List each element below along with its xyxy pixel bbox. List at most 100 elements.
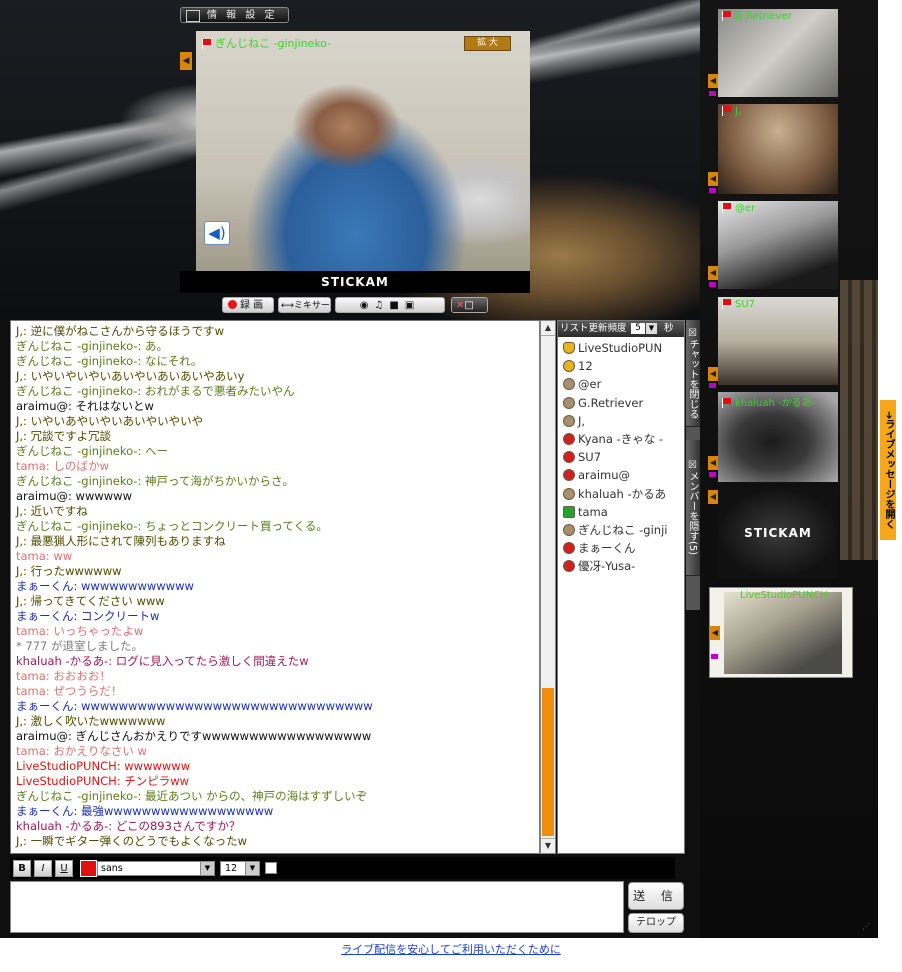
stickam-thumb-logo: STICKAM	[744, 526, 812, 540]
member-item[interactable]: J,	[563, 412, 684, 430]
thumb-cam-7[interactable]: LiveStudioPUNCH ◀	[709, 587, 853, 678]
webcam-icon[interactable]: ◉	[360, 300, 375, 311]
zoom-button[interactable]: 拡 大	[464, 36, 511, 51]
chat-scrollbar[interactable]: ▲ ▼	[540, 320, 556, 854]
member-item[interactable]: 優冴-Yusa-	[563, 557, 684, 575]
scroll-thumb[interactable]	[542, 688, 554, 836]
safety-info-link[interactable]: ライブ配信を安心してご利用いただくために	[0, 941, 902, 957]
underline-button[interactable]: U	[55, 860, 73, 877]
thumb-volume-icon[interactable]: ◀	[708, 456, 718, 470]
chat-message: ぎんじねこ -ginjineko-: へー	[16, 444, 169, 458]
member-item[interactable]: SU7	[563, 448, 684, 466]
record-button[interactable]: 録 画	[222, 297, 274, 313]
chat-message: ぎんじねこ -ginjineko-: 神戸って海がちかいからさ。	[16, 474, 294, 488]
chat-message: tama: おおおお！	[16, 669, 111, 683]
bold-button[interactable]: B	[13, 860, 31, 877]
member-item[interactable]: Kyana -きゃな -	[563, 430, 684, 448]
stickam-room: 情 報 設 定 ◀ ぎんじねこ -ginjineko- 拡 大 ◀) STICK…	[0, 0, 878, 938]
open-live-message-tab[interactable]: ➔ライブメッセージを開く	[880, 400, 896, 540]
member-item[interactable]: G.Retriever	[563, 394, 684, 412]
chat-message: khaluah -かるあ-: ログに見入ってたら激しく間違えたw	[16, 654, 309, 668]
member-item[interactable]: @er	[563, 375, 684, 393]
list-refresh-rate: リスト更新頻度 5 ▼ 秒	[558, 321, 684, 337]
thumb-status-indicator	[709, 282, 716, 287]
chat-input[interactable]	[10, 881, 624, 933]
music-icon[interactable]: ♫	[374, 300, 389, 311]
thumb-volume-icon[interactable]: ◀	[708, 74, 718, 88]
chat-message: まぁーくん: 最強wwwwwwwwwwwwwwwwww	[16, 804, 274, 818]
thumb-cam-1[interactable]: G.Retriever	[718, 9, 838, 97]
mixer-button[interactable]: ⟷ミキサー	[278, 297, 331, 313]
thumb-cam-3[interactable]: @er	[718, 201, 838, 289]
chat-message: まぁーくん: wwwwwwwwwwww	[16, 579, 194, 593]
red-flag-icon	[722, 398, 731, 408]
send-button[interactable]: 送 信	[628, 882, 684, 910]
telop-button[interactable]: テロップ	[628, 913, 684, 933]
resize-grip-icon[interactable]: ⋰	[862, 922, 874, 934]
thumb-status-indicator	[709, 91, 716, 96]
thumb-status-indicator	[709, 472, 716, 477]
thumb-status-indicator	[711, 654, 718, 659]
refresh-rate-select[interactable]: 5	[631, 323, 645, 334]
main-camera-view[interactable]: ぎんじねこ -ginjineko- 拡 大 ◀)	[196, 31, 530, 271]
chat-message: J,: 逆に僕がねこさんから守るほうですw	[16, 324, 224, 338]
member-name: @er	[578, 377, 602, 392]
user-avatar-icon	[563, 360, 575, 373]
user-avatar-icon	[563, 378, 575, 391]
mute-toggle[interactable]: ✕□	[451, 297, 488, 313]
thumb-cam-4[interactable]: SU7	[718, 297, 838, 385]
member-item[interactable]: 12	[563, 357, 684, 375]
member-item[interactable]: araimu@	[563, 466, 684, 484]
member-name: SU7	[578, 450, 602, 465]
chat-message: LiveStudioPUNCH: wwwwwww	[16, 759, 191, 773]
member-item[interactable]: ぎんじねこ -ginji	[563, 521, 684, 539]
hide-members-tab[interactable]: ☒メンバーを隠す(5)	[686, 440, 700, 576]
member-item[interactable]: まぁーくん	[563, 539, 684, 557]
camera-icon[interactable]: ▣	[405, 300, 420, 311]
thumb-cam-2[interactable]: J,	[718, 104, 838, 194]
member-item[interactable]: khaluah -かるあ	[563, 485, 684, 503]
thumb-volume-icon[interactable]: ◀	[708, 490, 718, 504]
text-color-picker[interactable]	[80, 860, 97, 877]
format-toolbar: B I U sans ▼ 12 ▼	[10, 857, 675, 879]
red-flag-icon	[202, 39, 211, 49]
main-cam-volume-icon[interactable]: ◀	[180, 52, 192, 70]
thumb-status-indicator	[709, 188, 716, 193]
format-checkbox[interactable]	[265, 862, 277, 874]
thumb-volume-icon[interactable]: ◀	[710, 626, 720, 640]
video-icon[interactable]: ■	[389, 300, 404, 311]
chat-message: J,: 激しく吹いたwwwwwww	[16, 714, 166, 728]
scroll-down-icon[interactable]: ▼	[541, 838, 555, 853]
chat-message: tama: ww	[16, 549, 73, 563]
thumb-volume-icon[interactable]: ◀	[708, 172, 718, 186]
record-icon	[228, 300, 237, 309]
scroll-up-icon[interactable]: ▲	[541, 321, 555, 336]
thumb-cam-6[interactable]: STICKAM	[718, 488, 838, 578]
chevron-down-icon[interactable]: ▼	[200, 862, 214, 875]
chat-message: ぎんじねこ -ginjineko-: 最近あつい からの、神戸の海はすずしいぞ	[16, 789, 368, 803]
italic-button[interactable]: I	[34, 860, 52, 877]
close-chat-tab[interactable]: ☒チャットを閉じる	[686, 320, 700, 427]
member-item[interactable]: LiveStudioPUN	[563, 339, 684, 357]
speaker-icon[interactable]: ◀)	[204, 221, 230, 245]
settings-icon	[186, 10, 200, 22]
thumb-cam-7-video	[724, 592, 842, 674]
font-select[interactable]: sans ▼	[97, 861, 215, 876]
chevron-down-icon[interactable]: ▼	[646, 323, 657, 334]
user-avatar-icon	[563, 505, 575, 518]
red-flag-icon	[722, 203, 731, 213]
thumb-volume-icon[interactable]: ◀	[708, 266, 718, 280]
thumb-volume-icon[interactable]: ◀	[708, 367, 718, 381]
member-name: 12	[578, 359, 593, 374]
chevron-down-icon[interactable]: ▼	[245, 862, 259, 875]
member-item[interactable]: tama	[563, 503, 684, 521]
info-settings-label: 情 報 設 定	[207, 10, 278, 21]
member-list: LiveStudioPUN 12 @er G.Retriever J, Kyana -きゃ…	[558, 337, 684, 575]
user-avatar-icon	[563, 451, 575, 464]
thumb-cam-5[interactable]: khaluah -かるあ-	[718, 392, 838, 482]
member-name: araimu@	[578, 468, 631, 483]
font-size-select[interactable]: 12 ▼	[220, 861, 260, 876]
member-name: まぁーくん	[578, 541, 636, 556]
mute-checkbox[interactable]: □	[464, 300, 473, 311]
info-settings-button[interactable]: 情 報 設 定	[180, 7, 289, 23]
